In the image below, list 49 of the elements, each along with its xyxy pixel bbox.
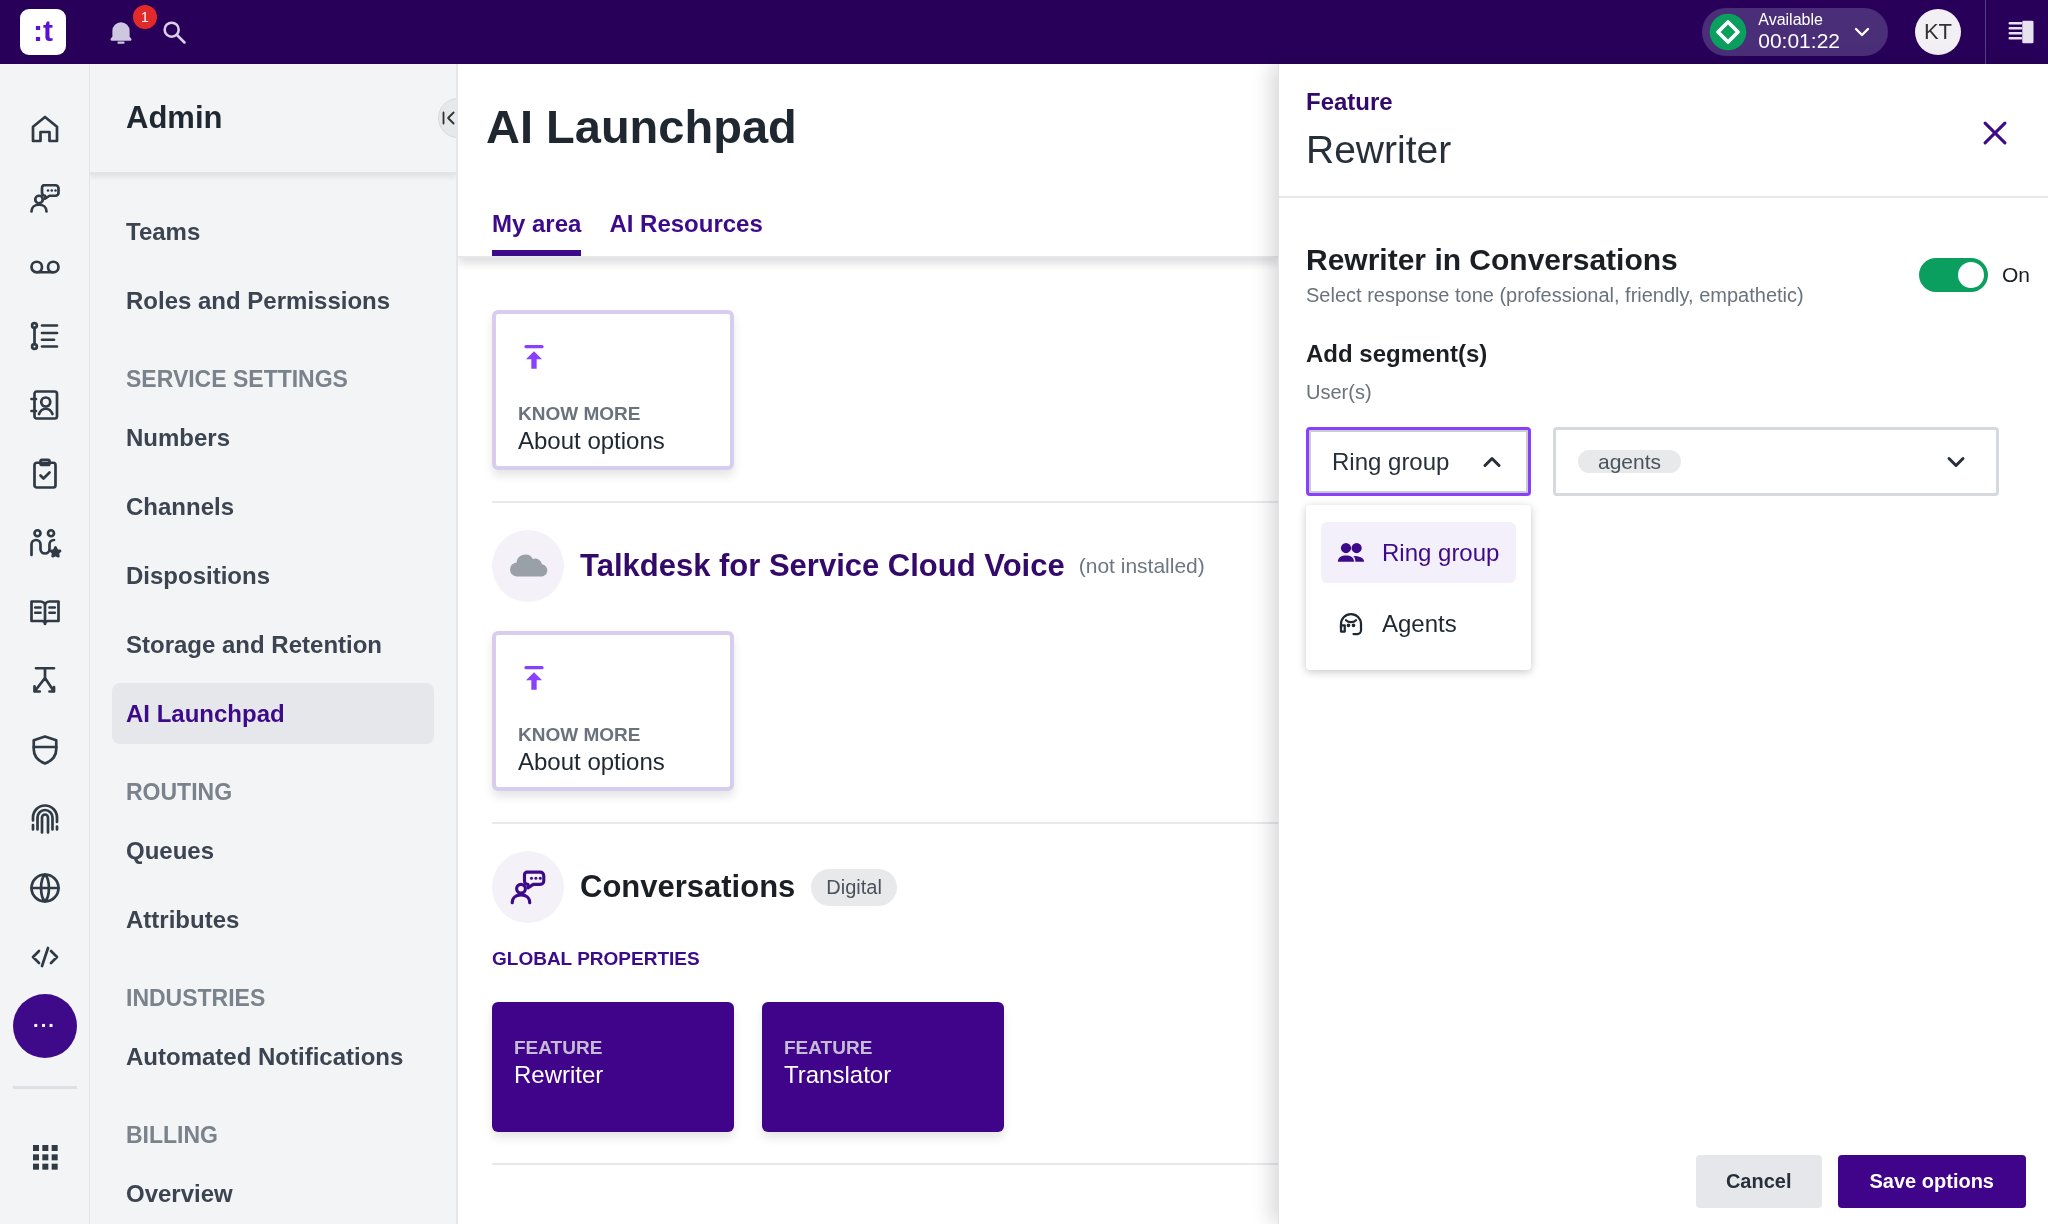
setting-title: Rewriter in Conversations — [1306, 242, 1679, 278]
field-label: User(s) — [1306, 380, 1373, 405]
status-selector[interactable]: Available 00:01:22 — [1702, 8, 1888, 56]
sidebar-item[interactable]: Teams — [112, 201, 434, 262]
toggle-label: On — [2002, 263, 2030, 287]
sidebar-item[interactable]: Overview — [112, 1163, 434, 1224]
section-title: Talkdesk for Service Cloud Voice — [580, 548, 1065, 584]
sidebar-item[interactable]: Numbers — [112, 407, 434, 468]
section-heading: SERVICE SETTINGS — [125, 365, 349, 394]
sidebar-item[interactable]: Roles and Permissions — [112, 270, 434, 331]
more-button[interactable]: ··· — [12, 993, 77, 1058]
menu-option[interactable]: Ring group — [1321, 522, 1516, 583]
info-card[interactable]: KNOW MORE About options — [492, 631, 734, 791]
chip: agents — [1578, 449, 1682, 473]
section-heading: BILLING — [125, 1121, 219, 1150]
panel-eyebrow: Feature — [1306, 87, 1394, 117]
feature-card[interactable]: FEATURE Rewriter — [492, 1002, 734, 1132]
avatar[interactable]: KT — [1915, 9, 1961, 55]
section-heading: INDUSTRIES — [125, 984, 267, 1013]
tag: Digital — [811, 868, 897, 906]
page-title: AI Launchpad — [486, 99, 798, 155]
sidebar-item[interactable]: Channels — [112, 476, 434, 537]
app-logo[interactable]: :t — [20, 9, 66, 55]
sidebar-item[interactable]: Attributes — [112, 889, 434, 950]
sidebar-item[interactable]: AI Launchpad — [112, 683, 434, 744]
tab[interactable]: My area — [492, 209, 582, 256]
menu-option[interactable]: Agents — [1321, 593, 1516, 654]
section-title: Conversations — [580, 869, 796, 905]
sidebar-item[interactable]: Dispositions — [112, 545, 434, 606]
sidebar-item[interactable]: Automated Notifications — [112, 1026, 434, 1087]
type-dropdown[interactable]: Ring group — [1306, 427, 1531, 496]
toggle-switch[interactable] — [1919, 258, 1988, 292]
save-button[interactable]: Save options — [1837, 1155, 2026, 1208]
notification-badge: 1 — [133, 5, 157, 29]
info-card[interactable]: KNOW MORE About options — [492, 310, 734, 470]
tab[interactable]: AI Resources — [609, 209, 763, 256]
install-status: (not installed) — [1078, 554, 1205, 578]
subheading: GLOBAL PROPERTIES — [492, 948, 701, 970]
sidebar-title: Admin — [126, 100, 223, 136]
cancel-button[interactable]: Cancel — [1695, 1155, 1822, 1208]
feature-card[interactable]: FEATURE Translator — [762, 1002, 1004, 1132]
sidebar-item[interactable]: Queues — [112, 820, 434, 881]
sidebar-item[interactable]: Storage and Retention — [112, 614, 434, 675]
section-heading: ROUTING — [125, 778, 234, 807]
section-heading: Add segment(s) — [1306, 339, 1489, 369]
setting-description: Select response tone (professional, friendly, empathetic) — [1306, 283, 1805, 308]
search-icon[interactable] — [160, 18, 188, 46]
value-dropdown[interactable]: agents — [1553, 427, 1999, 496]
panel-title: Rewriter — [1306, 127, 1452, 173]
